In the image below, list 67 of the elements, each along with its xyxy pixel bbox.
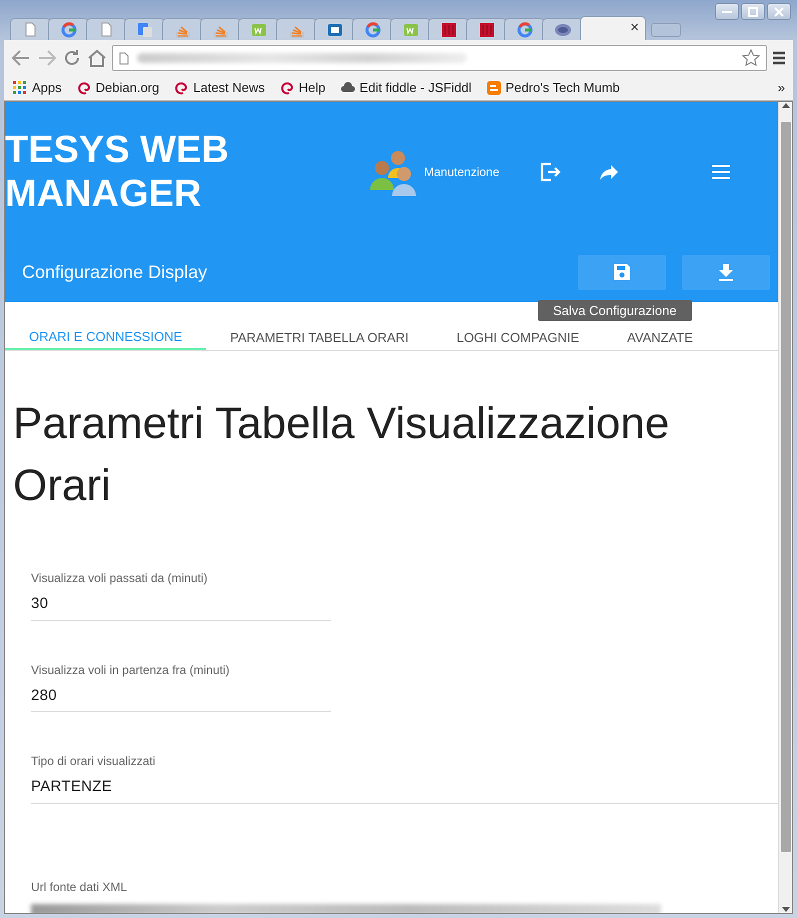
page-icon [98, 22, 114, 38]
close-tab-button[interactable]: × [630, 17, 639, 40]
page-icon [22, 22, 38, 38]
reload-icon[interactable] [62, 48, 82, 68]
bookmarks-overflow-button[interactable]: » [778, 78, 785, 98]
field-label: Tipo di orari visualizzati [31, 753, 156, 770]
field-label: Url fonte dati XML [31, 878, 128, 896]
share-icon[interactable] [599, 163, 620, 181]
star-icon[interactable] [742, 49, 760, 67]
scroll-down-icon[interactable] [782, 907, 790, 913]
menu-icon[interactable] [771, 50, 787, 66]
close-icon [774, 6, 784, 16]
browser-tab[interactable] [466, 18, 507, 40]
logout-icon[interactable] [539, 161, 562, 183]
users-icon [370, 148, 418, 196]
maximize-button[interactable] [741, 3, 765, 20]
w-logo-icon [250, 22, 266, 38]
bookmark-link[interactable]: Help [298, 78, 326, 98]
swirl-icon [278, 80, 295, 96]
blog-icon [486, 80, 502, 96]
striped-square-icon [440, 22, 456, 38]
bookmark-link[interactable]: Latest News [193, 78, 265, 98]
tab[interactable]: PARAMETRI TABELLA ORARI [206, 322, 433, 350]
minimize-icon [722, 10, 732, 12]
bookmark-link[interactable]: Debian.org [96, 78, 160, 98]
download-button[interactable] [682, 254, 770, 290]
window-icon [326, 22, 342, 38]
field-value[interactable]: 30 [31, 593, 331, 616]
user-role: Manutenzione [424, 164, 500, 181]
w-logo-icon [402, 22, 418, 38]
swirl-icon [173, 80, 190, 96]
browser-tab[interactable]: × [580, 16, 646, 40]
maximize-icon [748, 6, 758, 16]
g-logo-icon [60, 22, 76, 38]
forward-icon[interactable] [36, 48, 58, 68]
tooltip: Salva Configurazione [538, 300, 692, 321]
striped-square-icon [478, 22, 494, 38]
home-icon[interactable] [86, 48, 108, 68]
close-button[interactable] [767, 3, 791, 20]
save-icon [613, 263, 631, 281]
page-heading: Parametri Tabella Visualizzazione Orari [13, 398, 670, 512]
apps-icon [12, 80, 28, 96]
bookmark-link[interactable]: Apps [32, 78, 62, 98]
field-value[interactable]: PARTENZE [31, 776, 778, 798]
swirl-icon [76, 80, 92, 96]
download-icon [718, 263, 734, 281]
minimize-button[interactable] [715, 3, 739, 20]
section-title: Configurazione Display [22, 260, 208, 284]
tab[interactable]: AVANZATE [603, 322, 717, 350]
g-logo-icon [516, 22, 532, 38]
field-value[interactable]: 280 [31, 684, 331, 707]
field-label: Visualizza voli passati da (minuti) [31, 570, 209, 587]
page-icon [119, 52, 129, 64]
oval-logo-icon [554, 22, 570, 38]
app-title: TESYS WEB MANAGER [5, 128, 230, 216]
field-label: Visualizza voli in partenza fra (minuti) [31, 662, 231, 678]
translate-icon [136, 22, 152, 38]
bookmark-link[interactable]: Pedro's Tech Mumb [506, 78, 620, 98]
browser-tab[interactable] [428, 18, 469, 40]
g-logo-icon [364, 22, 380, 38]
bookmark-link[interactable]: Edit fiddle - JSFiddl [360, 78, 472, 98]
tab[interactable]: LOGHI COMPAGNIE [432, 322, 604, 350]
browser-tab[interactable] [314, 18, 355, 40]
back-icon[interactable] [10, 48, 32, 68]
browser-tab[interactable] [542, 18, 583, 40]
scrollbar-thumb[interactable] [780, 122, 790, 852]
save-button[interactable] [578, 254, 666, 290]
